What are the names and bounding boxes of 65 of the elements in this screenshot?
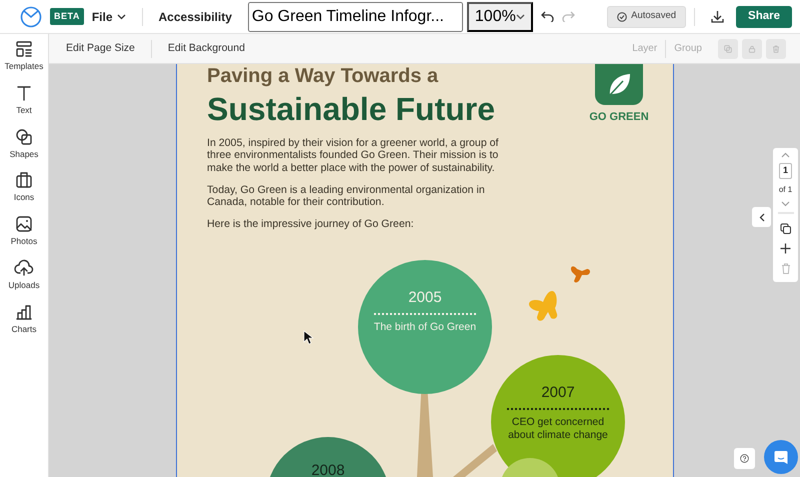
butterfly-icon xyxy=(570,266,590,282)
sidebar-item[interactable]: Photos xyxy=(0,215,48,248)
accessibility-button[interactable]: Accessibility xyxy=(158,8,232,26)
chat-button[interactable] xyxy=(764,440,798,474)
layout-icon xyxy=(15,40,33,58)
caret-icon xyxy=(116,14,126,20)
sidebar-item[interactable]: Uploads xyxy=(0,258,48,292)
trash-icon xyxy=(780,262,790,274)
shapes-icon xyxy=(15,128,33,146)
undo-button[interactable] xyxy=(540,11,554,22)
sidebar-item[interactable]: Charts xyxy=(0,302,48,336)
caret-icon xyxy=(516,14,525,20)
add-page-button[interactable] xyxy=(780,242,791,254)
poster-kicker: Paving a Way Towards a xyxy=(207,64,438,87)
page-count: of 1 xyxy=(778,184,792,196)
image-icon xyxy=(15,215,33,233)
redo-icon xyxy=(562,11,575,22)
sidebar-item[interactable]: Text xyxy=(0,84,48,116)
milestone-text: The birth of Go Green xyxy=(374,321,476,334)
zoom-dropdown[interactable]: 100% xyxy=(466,2,533,32)
milestone-year: 2005 xyxy=(408,290,442,305)
share-button[interactable]: Share xyxy=(736,6,792,28)
poster-paragraph: Here is the impressive journey of Go Green: xyxy=(207,218,415,230)
beta-badge: BETA xyxy=(50,8,84,26)
sidebar-item[interactable]: Shapes xyxy=(0,128,48,160)
milestone-text: CEO get concerned about climate change xyxy=(507,416,609,442)
sidebar-item[interactable]: Icons xyxy=(0,171,48,204)
tree-branch xyxy=(453,444,497,477)
page-down-button[interactable] xyxy=(781,200,790,206)
milestone-year: 2008 xyxy=(311,463,345,477)
undo-icon xyxy=(540,11,554,22)
toolbar-link[interactable]: Edit Background xyxy=(168,40,245,56)
file-menu[interactable]: File xyxy=(92,8,126,26)
poster-title: Sustainable Future xyxy=(207,92,496,128)
chevron-down-icon xyxy=(781,200,790,206)
cursor-icon xyxy=(304,330,314,344)
check-circle-icon xyxy=(617,12,628,22)
logo-text: GO GREEN xyxy=(589,110,649,125)
page-up-button[interactable] xyxy=(781,152,790,158)
chevron-left-icon xyxy=(758,212,764,222)
poster-paragraph: In 2005, inspired by their vision for a greener world, a group of three environmentalists founded Go Green. Their mission is to make the world a better place with the power of sustainability. xyxy=(207,137,500,174)
butterfly-icon xyxy=(529,291,558,321)
document-title-field[interactable]: Go Green Timeline Infogr... xyxy=(248,2,463,32)
toolbar-link[interactable]: Edit Page Size xyxy=(66,40,135,56)
help-button[interactable] xyxy=(734,448,755,469)
bar-chart-icon xyxy=(15,302,33,320)
logo-icon xyxy=(20,6,42,28)
poster-paragraph: Today, Go Green is a leading environmental organization in Canada, notable for their contribution. xyxy=(207,184,486,208)
collapse-button[interactable] xyxy=(752,207,771,227)
sidebar-item[interactable]: Templates xyxy=(0,40,48,73)
text-icon xyxy=(15,84,33,102)
trash-icon xyxy=(772,42,780,54)
cloud-upload-icon xyxy=(14,258,34,277)
download-button[interactable] xyxy=(711,10,724,23)
duplicate-page-button[interactable] xyxy=(780,222,791,234)
chevron-up-icon xyxy=(781,152,790,158)
plus-icon xyxy=(780,242,791,254)
copy-icon xyxy=(780,222,791,234)
autosaved-button[interactable]: Autosaved xyxy=(607,6,686,28)
briefcase-icon xyxy=(15,171,33,190)
download-icon xyxy=(711,10,724,23)
milestone-year: 2007 xyxy=(541,385,575,400)
chat-icon xyxy=(774,450,788,464)
copy-icon xyxy=(724,42,732,54)
page-number: 1 xyxy=(778,163,792,178)
